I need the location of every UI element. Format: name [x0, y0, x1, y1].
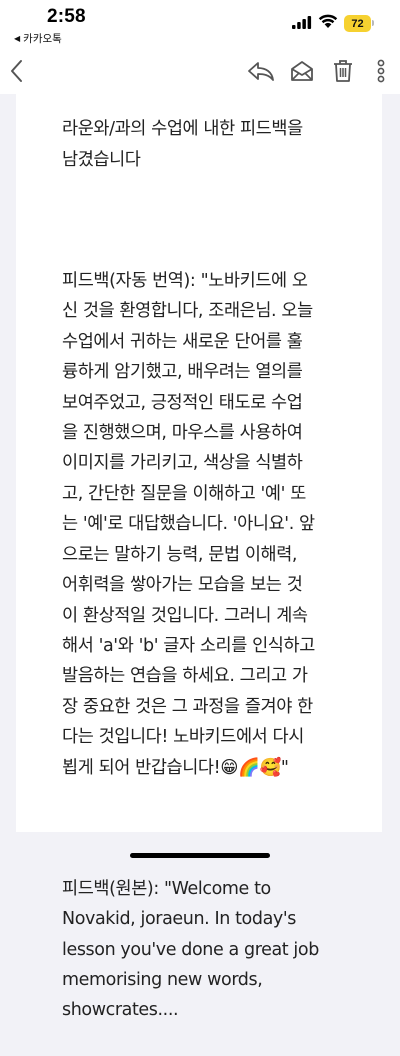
more-vertical-icon [377, 59, 385, 83]
wifi-icon [318, 14, 338, 28]
battery-tip [372, 20, 374, 26]
home-area [0, 832, 400, 866]
cellular-signal-icon [292, 16, 312, 29]
reply-icon [248, 62, 274, 81]
back-button[interactable] [2, 56, 32, 86]
feedback-translated: 피드백(자동 번역): "노바키드에 오 신 것을 환영합니다, 조래은님. 오… [62, 271, 315, 778]
lesson-feedback-intro: 라운와/과의 수업에 내한 피드백을 남겼습니다 [62, 119, 303, 170]
envelope-icon [291, 61, 313, 81]
more-options-button[interactable] [366, 56, 396, 86]
status-bar: 2:58 ◀ 카카오톡 72 [0, 0, 400, 48]
feedback-original: 피드백(원본): "Welcome to Novakid, joraeun. I… [62, 878, 319, 1021]
email-body-text: 라운와/과의 수업에 내한 피드백을 남겼습니다 피드백(자동 번역): "노바… [62, 84, 332, 1056]
battery-indicator: 72 [344, 15, 371, 32]
back-to-app-link[interactable]: ◀ 카카오톡 [14, 31, 62, 46]
trash-icon [334, 60, 352, 82]
home-indicator[interactable] [130, 853, 270, 858]
delete-button[interactable] [328, 56, 358, 86]
battery-level: 72 [351, 17, 364, 30]
mark-unread-button[interactable] [287, 56, 317, 86]
back-app-label: 카카오톡 [23, 33, 62, 45]
back-chevron-icon [11, 60, 22, 82]
reply-button[interactable] [246, 56, 276, 86]
status-time: 2:58 [47, 6, 86, 27]
back-triangle-icon: ◀ [14, 34, 21, 43]
